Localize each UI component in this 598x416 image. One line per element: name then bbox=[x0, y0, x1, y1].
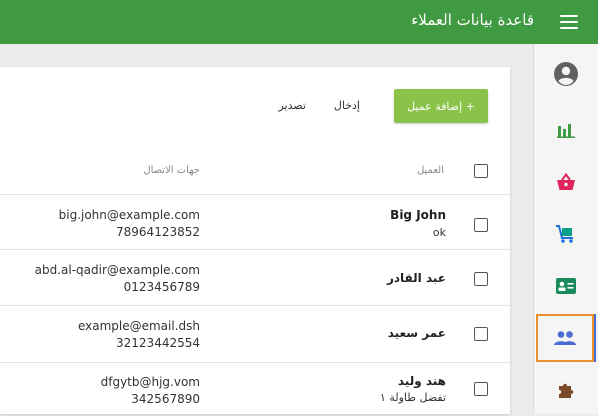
contact-card-icon bbox=[556, 278, 576, 294]
client-email[interactable]: dfgytb@hjg.vom bbox=[101, 375, 200, 389]
app-title: قاعدة بيانات العملاء bbox=[411, 11, 534, 29]
bar-chart-icon bbox=[557, 124, 575, 138]
client-note: ok bbox=[432, 226, 446, 239]
sidebar bbox=[533, 44, 598, 414]
client-name[interactable]: هند وليد bbox=[398, 374, 446, 388]
divider bbox=[0, 194, 510, 195]
divider bbox=[0, 362, 510, 363]
cart-icon bbox=[556, 225, 573, 243]
client-phone: 0123456789 bbox=[123, 280, 200, 294]
client-name[interactable]: عبد القادر bbox=[387, 271, 446, 285]
client-phone: 342567890 bbox=[131, 392, 200, 406]
row-checkbox[interactable] bbox=[474, 218, 488, 232]
people-icon bbox=[554, 331, 576, 345]
menu-icon[interactable] bbox=[560, 15, 578, 29]
column-header-contacts: جهات الاتصال bbox=[143, 165, 200, 176]
export-button[interactable]: تصدير bbox=[278, 99, 306, 112]
import-button[interactable]: إدخال bbox=[334, 99, 360, 112]
puzzle-icon bbox=[559, 383, 574, 398]
client-name[interactable]: Big John bbox=[390, 208, 446, 222]
customers-card: + إضافة عميل إدخال تصدير العميل جهات الا… bbox=[0, 67, 510, 414]
client-phone: 78964123852 bbox=[116, 225, 200, 239]
row-checkbox[interactable] bbox=[474, 327, 488, 341]
client-email[interactable]: abd.al-qadir@example.com bbox=[35, 263, 200, 277]
basket-icon bbox=[557, 173, 575, 190]
sidebar-item-customers[interactable] bbox=[536, 314, 596, 362]
sidebar-item-profile[interactable] bbox=[534, 48, 598, 100]
sidebar-item-orders[interactable] bbox=[534, 208, 598, 260]
sidebar-item-contacts[interactable] bbox=[534, 260, 598, 312]
client-email[interactable]: big.john@example.com bbox=[59, 208, 200, 222]
divider bbox=[0, 305, 510, 306]
client-note: تفضل طاولة ١ bbox=[379, 391, 446, 404]
client-name[interactable]: عمر سعيد bbox=[388, 326, 446, 340]
client-email[interactable]: example@email.dsh bbox=[78, 319, 200, 333]
add-client-button[interactable]: + إضافة عميل bbox=[394, 89, 488, 123]
row-checkbox[interactable] bbox=[474, 382, 488, 396]
sidebar-item-extensions[interactable] bbox=[534, 364, 598, 416]
select-all-checkbox[interactable] bbox=[474, 164, 488, 178]
sidebar-item-reports[interactable] bbox=[534, 104, 598, 156]
divider bbox=[0, 249, 510, 250]
account-circle-icon bbox=[554, 62, 578, 86]
row-checkbox[interactable] bbox=[474, 272, 488, 286]
sidebar-item-products[interactable] bbox=[534, 156, 598, 208]
client-phone: 32123442554 bbox=[116, 336, 200, 350]
column-header-client: العميل bbox=[416, 165, 444, 176]
app-bar: قاعدة بيانات العملاء bbox=[0, 0, 598, 44]
